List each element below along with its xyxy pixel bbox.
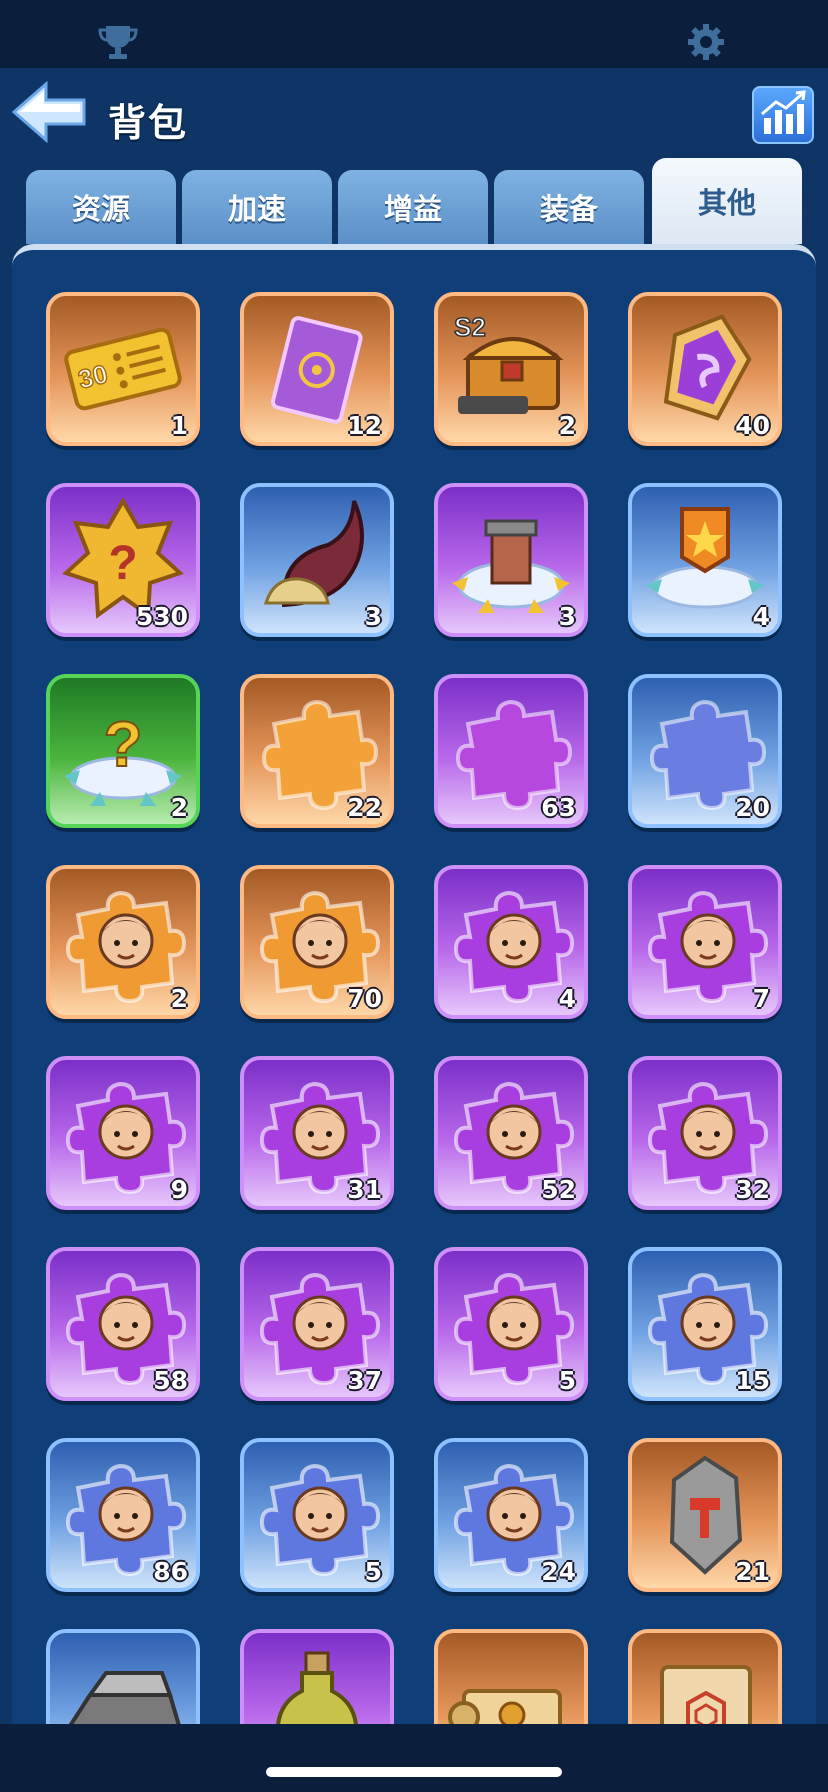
item-slot-hero-fragment-viking[interactable]: 52 — [434, 1056, 588, 1210]
item-count: 2 — [558, 411, 576, 440]
item-slot-hero-fragment-soldier[interactable]: 24 — [434, 1438, 588, 1592]
item-count: 58 — [153, 1366, 188, 1395]
item-slot-random-relocate[interactable]: ? 2 — [46, 674, 200, 828]
page-header: 背包 — [0, 68, 828, 158]
item-count: 24 — [541, 1557, 576, 1586]
item-count: 7 — [752, 984, 770, 1013]
item-count: 5 — [558, 1366, 576, 1395]
item-count: 15 — [735, 1366, 770, 1395]
category-tabs: 资源 加速 增益 装备 其他 — [26, 158, 806, 246]
item-count: 37 — [347, 1366, 382, 1395]
tab-boosts[interactable]: 增益 — [338, 170, 488, 244]
svg-text:S2: S2 — [454, 312, 486, 342]
item-count: 3 — [558, 602, 576, 631]
item-slot-map-scroll[interactable] — [628, 1629, 782, 1724]
item-count: 21 — [735, 1557, 770, 1586]
item-slot-hero-fragment-officer[interactable]: 86 — [46, 1438, 200, 1592]
item-slot-hero-fragment-plague-doctor[interactable]: 2 — [46, 865, 200, 1019]
item-slot-hero-fragment-elder[interactable]: 58 — [46, 1247, 200, 1401]
item-slot-hero-fragment-goggles[interactable]: 5 — [240, 1438, 394, 1592]
back-button[interactable] — [10, 80, 88, 144]
item-slot-card[interactable]: 12 — [240, 292, 394, 446]
item-slot-puzzle-blue[interactable]: 20 — [628, 674, 782, 828]
item-count: 4 — [752, 602, 770, 631]
item-count: 9 — [170, 1175, 188, 1204]
potion-icon — [276, 1651, 358, 1724]
item-slot-hero-fragment-desert[interactable]: 7 — [628, 865, 782, 1019]
back-arrow-icon — [11, 80, 86, 144]
inventory-panel: 30 1 12 S2 2 40 ? 530 3 3 4 ? 2 22 63 20 2 — [12, 244, 816, 1724]
tab-resources[interactable]: 资源 — [26, 170, 176, 244]
item-slot-hero-fragment-blonde[interactable]: 15 — [628, 1247, 782, 1401]
item-slot-horn[interactable]: 3 — [240, 483, 394, 637]
item-slot-purple-gem[interactable]: 40 — [628, 292, 782, 446]
bar-chart-icon — [761, 90, 806, 134]
svg-text:?: ? — [108, 537, 137, 590]
item-count: 22 — [347, 793, 382, 822]
item-slot-speedup-ticket-30[interactable]: 30 1 — [46, 292, 200, 446]
item-slot-potion-bottle[interactable] — [240, 1629, 394, 1724]
trophy-icon[interactable] — [96, 22, 140, 62]
item-count: 1 — [170, 411, 188, 440]
item-slot-hero-fragment-aviator[interactable]: 32 — [628, 1056, 782, 1210]
status-bar — [0, 0, 828, 68]
map-scroll-icon — [660, 1665, 752, 1724]
item-count: 2 — [170, 793, 188, 822]
scroll-icon — [448, 1689, 562, 1724]
item-count: 32 — [735, 1175, 770, 1204]
tab-other[interactable]: 其他 — [652, 158, 802, 244]
item-slot-relocate-building[interactable]: 3 — [434, 483, 588, 637]
item-count: 530 — [135, 602, 188, 631]
item-count: 63 — [541, 793, 576, 822]
item-slot-s2-treasure-chest[interactable]: S2 2 — [434, 292, 588, 446]
item-count: 4 — [558, 984, 576, 1013]
gear-icon[interactable] — [686, 22, 730, 62]
item-count: 31 — [347, 1175, 382, 1204]
stats-button[interactable] — [752, 86, 814, 144]
item-count: 20 — [735, 793, 770, 822]
item-count: 2 — [170, 984, 188, 1013]
item-count: 86 — [153, 1557, 188, 1586]
item-slot-puzzle-orange[interactable]: 22 — [240, 674, 394, 828]
item-slot-forge-stone[interactable]: 21 — [628, 1438, 782, 1592]
item-count: 70 — [347, 984, 382, 1013]
item-slot-mystery-badge[interactable]: ? 530 — [46, 483, 200, 637]
tab-equipment[interactable]: 装备 — [494, 170, 644, 244]
item-slot-puzzle-purple[interactable]: 63 — [434, 674, 588, 828]
tab-speedup[interactable]: 加速 — [182, 170, 332, 244]
bottom-bar — [0, 1724, 828, 1792]
item-count: 12 — [347, 411, 382, 440]
item-slot-hero-fragment-redhead[interactable]: 31 — [240, 1056, 394, 1210]
page-title: 背包 — [108, 101, 189, 145]
item-slot-relocate-banner[interactable]: 4 — [628, 483, 782, 637]
item-slot-hero-fragment-helmet[interactable]: 37 — [240, 1247, 394, 1401]
item-slot-hero-fragment-lady[interactable]: 5 — [434, 1247, 588, 1401]
item-count: 5 — [364, 1557, 382, 1586]
item-count: 40 — [735, 411, 770, 440]
item-slot-hero-fragment-doctor[interactable]: 4 — [434, 865, 588, 1019]
item-slot-gold-scroll[interactable] — [434, 1629, 588, 1724]
item-count: 3 — [364, 602, 382, 631]
home-indicator[interactable] — [266, 1767, 562, 1777]
svg-text:?: ? — [103, 708, 142, 780]
item-slot-hero-fragment-silver-hair[interactable]: 70 — [240, 865, 394, 1019]
item-count: 52 — [541, 1175, 576, 1204]
item-slot-hero-fragment-girl[interactable]: 9 — [46, 1056, 200, 1210]
ingot-icon — [68, 1671, 181, 1724]
item-slot-iron-ingot[interactable] — [46, 1629, 200, 1724]
